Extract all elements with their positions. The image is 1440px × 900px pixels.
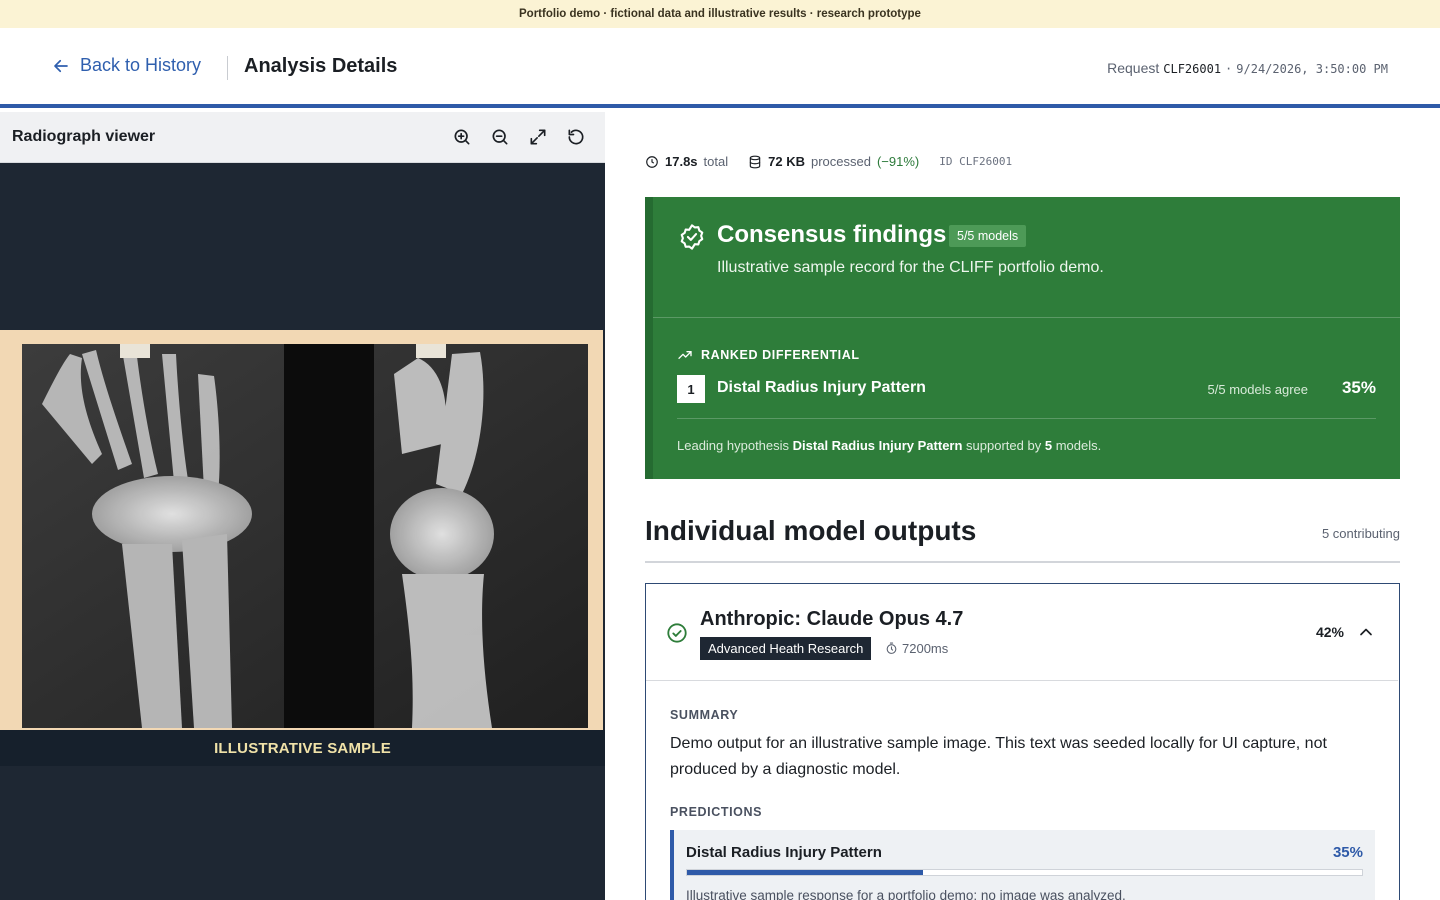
leading-suffix: models. [1055,438,1102,453]
models-count-badge: 5/5 models [949,225,1027,247]
viewer-title: Radiograph viewer [12,128,156,145]
prediction-note: Illustrative sample response for a portf… [686,888,1126,900]
expand-icon [530,129,546,145]
consensus-card: Consensus findings 5/5 models Illustrati… [645,197,1400,479]
viewer-toolbar: Radiograph viewer [0,112,605,163]
request-separator: · [1225,62,1233,76]
size-stat: 72 KB processed (−91%) [748,154,919,169]
xray-illustration [22,344,588,728]
chevron-up-icon[interactable] [1356,622,1376,642]
sample-caption: ILLUSTRATIVE SAMPLE [0,730,605,766]
record-id: ID CLF26001 [939,155,1013,168]
radiograph-image[interactable] [0,330,603,730]
consensus-subtitle: Illustrative sample record for the CLIFF… [717,259,1104,276]
timer-icon [886,642,897,654]
reset-rotate-icon [568,129,584,145]
rank-agreement: 5/5 models agree [1207,382,1308,397]
prediction-bar-fill [687,870,924,875]
zoom-out-button[interactable] [489,126,511,148]
zoom-in-icon [454,129,470,145]
summary-text: Demo output for an illustrative sample i… [670,735,1327,778]
size-label: processed [810,154,871,169]
ranked-differential-header: RANKED DIFFERENTIAL [677,347,860,363]
model-name: Anthropic: Claude Opus 4.7 [700,608,964,630]
total-time-label: total [703,154,729,169]
arrow-left-icon [54,59,68,72]
latency: 7200ms [885,641,948,656]
header-divider [227,56,228,80]
model-outputs-header: Individual model outputs 5 contributing [645,515,1400,563]
radiograph-viewer: Radiograph viewer ILLUSTRATIVE SAMPLE [0,112,605,900]
back-link-label: Back to History [80,55,202,75]
request-meta: Request CLF26001 · 9/24/2026, 3:50:00 PM [1107,60,1388,76]
total-time-value: 17.8s [665,154,698,169]
leading-name: Distal Radius Injury Pattern [792,438,963,453]
reset-rotate-button[interactable] [565,126,587,148]
back-to-history-link[interactable]: Back to History [52,55,201,76]
rank-row[interactable]: 1 Distal Radius Injury Pattern 5/5 model… [677,375,1376,419]
analysis-panel: 17.8s total 72 KB processed (−91%) ID CL… [605,112,1440,900]
model-outputs-title: Individual model outputs [645,515,977,546]
trending-up-icon [678,351,692,359]
stats-row: 17.8s total 72 KB processed (−91%) ID CL… [645,154,1012,169]
prediction-item: Distal Radius Injury Pattern 35% Illustr… [670,830,1375,900]
clock-icon [646,155,658,168]
summary-label: SUMMARY [670,708,739,722]
consensus-header: Consensus findings 5/5 models Illustrati… [653,197,1400,318]
check-circle-icon [667,623,687,643]
zoom-in-button[interactable] [451,126,473,148]
rank-number: 1 [677,375,705,403]
request-label: Request [1107,60,1160,76]
leading-mid: supported by [966,438,1042,453]
prediction-bar [686,869,1363,876]
request-id: CLF26001 [1163,62,1222,76]
prediction-percent: 35% [1332,844,1363,861]
database-icon [749,155,761,168]
page-title: Analysis Details [244,55,398,77]
size-delta: (−91%) [876,154,920,169]
expand-button[interactable] [527,126,549,148]
prediction-label: Distal Radius Injury Pattern [686,844,882,861]
model-card-header[interactable]: Anthropic: Claude Opus 4.7 Advanced Heat… [646,584,1398,681]
demo-banner: Portfolio demo · fictional data and illu… [0,0,1440,28]
model-output-card: Anthropic: Claude Opus 4.7 Advanced Heat… [645,583,1400,900]
demo-banner-text: Portfolio demo · fictional data and illu… [519,8,921,20]
predictions-label: PREDICTIONS [670,805,763,819]
size-value: 72 KB [768,154,805,169]
contributing-count: 5 contributing [1321,526,1400,541]
consensus-title: Consensus findings [717,221,947,248]
ranked-differential-label: RANKED DIFFERENTIAL [701,348,860,362]
rank-label: Distal Radius Injury Pattern [717,379,926,396]
total-time-stat: 17.8s total [645,154,728,169]
xray-film [22,344,588,728]
leading-prefix: Leading hypothesis [677,438,790,453]
leading-hypothesis: Leading hypothesis Distal Radius Injury … [677,438,1101,453]
request-timestamp: 9/24/2026, 3:50:00 PM [1236,62,1388,76]
check-badge-icon [680,224,704,250]
leading-count: 5 [1044,438,1053,453]
org-badge: Advanced Heath Research [700,637,872,660]
rank-percent: 35% [1341,378,1376,397]
page-header: Back to History Analysis Details Request… [0,28,1440,108]
latency-value: 7200ms [902,641,949,656]
model-confidence: 42% [1315,624,1344,640]
zoom-out-icon [492,129,508,145]
